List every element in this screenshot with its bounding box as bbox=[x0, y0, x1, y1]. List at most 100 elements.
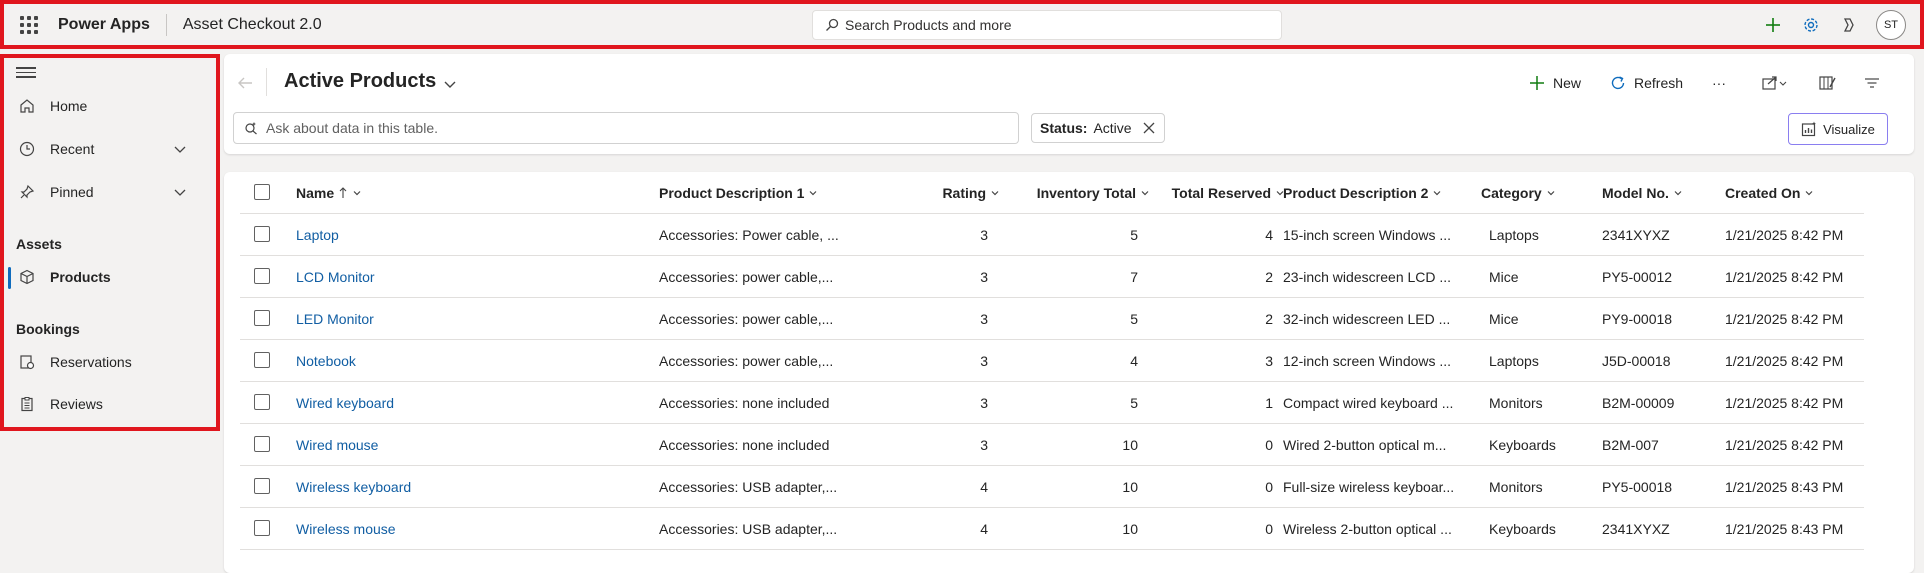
row-checkbox[interactable] bbox=[254, 310, 270, 326]
cell-created-on: 1/21/2025 8:43 PM bbox=[1725, 508, 1860, 550]
cell-name[interactable]: Notebook bbox=[296, 340, 586, 382]
copilot-icon[interactable] bbox=[1838, 14, 1860, 36]
user-avatar[interactable]: ST bbox=[1876, 10, 1906, 40]
global-search-input[interactable] bbox=[845, 17, 1245, 33]
view-selector-chevron-icon[interactable] bbox=[442, 76, 458, 92]
sidebar-item-home[interactable]: Home bbox=[4, 88, 216, 124]
cell-name[interactable]: LCD Monitor bbox=[296, 256, 586, 298]
table-row[interactable]: LCD Monitor Accessories: power cable,... 3… bbox=[240, 256, 1864, 298]
table-header-row: Name Product Description 1 Rating Invent… bbox=[240, 172, 1864, 214]
cell-name[interactable]: Wired mouse bbox=[296, 424, 586, 466]
cell-name-text[interactable]: Wireless keyboard bbox=[296, 479, 411, 495]
cell-total-reserved: 2 bbox=[1170, 256, 1273, 298]
refresh-button-label: Refresh bbox=[1634, 75, 1684, 91]
cell-name[interactable]: Laptop bbox=[296, 214, 586, 256]
column-header-created-on[interactable]: Created On bbox=[1725, 172, 1855, 214]
sidebar-item-label: Reviews bbox=[50, 396, 103, 412]
cell-rating: 3 bbox=[920, 382, 988, 424]
column-header-product-description-2[interactable]: Product Description 2 bbox=[1283, 172, 1473, 214]
cell-model-no-text: B2M-007 bbox=[1602, 437, 1659, 453]
table-row[interactable]: Wired keyboard Accessories: none included… bbox=[240, 382, 1864, 424]
row-checkbox[interactable] bbox=[254, 436, 270, 452]
view-title[interactable]: Active Products bbox=[284, 70, 436, 93]
back-arrow-icon[interactable] bbox=[236, 74, 254, 92]
cell-name-text[interactable]: Laptop bbox=[296, 227, 339, 243]
settings-gear-icon[interactable] bbox=[1800, 14, 1822, 36]
column-header-label: Rating bbox=[942, 185, 986, 201]
cell-name[interactable]: Wireless keyboard bbox=[296, 466, 586, 508]
add-icon[interactable] bbox=[1762, 14, 1784, 36]
cell-product-description-1-text: Accessories: Power cable, ... bbox=[659, 227, 839, 243]
chevron-down-icon bbox=[1806, 191, 1813, 196]
cell-product-description-1: Accessories: power cable,... bbox=[659, 298, 859, 340]
cell-product-description-1: Accessories: Power cable, ... bbox=[659, 214, 859, 256]
app-name[interactable]: Power Apps bbox=[58, 16, 150, 34]
cell-rating-text: 4 bbox=[980, 479, 988, 495]
cell-model-no: B2M-00009 bbox=[1602, 382, 1717, 424]
copilot-table-search[interactable] bbox=[233, 112, 1019, 144]
table-row[interactable]: Laptop Accessories: Power cable, ... 3 5 4 15… bbox=[240, 214, 1864, 256]
table-row[interactable]: Wired mouse Accessories: none included 3 10… bbox=[240, 424, 1864, 466]
cell-total-reserved-text: 2 bbox=[1265, 311, 1273, 327]
cell-name[interactable]: LED Monitor bbox=[296, 298, 586, 340]
row-checkbox[interactable] bbox=[254, 520, 270, 536]
table-row[interactable]: LED Monitor Accessories: power cable,... 3… bbox=[240, 298, 1864, 340]
column-header-rating[interactable]: Rating bbox=[920, 172, 1000, 214]
filter-button[interactable] bbox=[1864, 68, 1888, 98]
chevron-down-icon[interactable] bbox=[172, 141, 188, 157]
home-icon bbox=[18, 97, 36, 115]
chevron-down-icon[interactable] bbox=[172, 184, 188, 200]
cell-name-text[interactable]: Wired mouse bbox=[296, 437, 378, 453]
table-row[interactable]: Wireless keyboard Accessories: USB adapte… bbox=[240, 466, 1864, 508]
header-divider bbox=[165, 13, 167, 36]
cell-name-text[interactable]: Notebook bbox=[296, 353, 356, 369]
global-search[interactable] bbox=[812, 10, 1282, 40]
sidebar-item-recent[interactable]: Recent bbox=[4, 131, 216, 167]
more-commands-button[interactable]: ··· bbox=[1712, 68, 1726, 98]
close-icon[interactable] bbox=[1142, 121, 1156, 135]
cell-name[interactable]: Wired keyboard bbox=[296, 382, 586, 424]
cell-inventory-total-text: 5 bbox=[1130, 395, 1138, 411]
visualize-button[interactable]: Visualize bbox=[1788, 113, 1888, 145]
app-title[interactable]: Asset Checkout 2.0 bbox=[183, 16, 322, 34]
new-button[interactable]: New bbox=[1529, 68, 1581, 98]
cell-name-text[interactable]: Wireless mouse bbox=[296, 521, 396, 537]
cell-inventory-total-text: 5 bbox=[1130, 311, 1138, 327]
cell-created-on-text: 1/21/2025 8:43 PM bbox=[1725, 479, 1844, 495]
edit-columns-button[interactable] bbox=[1819, 68, 1845, 98]
status-filter-chip[interactable]: Status: Active bbox=[1031, 113, 1165, 143]
row-checkbox[interactable] bbox=[254, 268, 270, 284]
table-row[interactable]: Wireless mouse Accessories: USB adapter,.… bbox=[240, 508, 1864, 550]
column-header-total-reserved[interactable]: Total Reserved bbox=[1170, 172, 1285, 214]
row-checkbox[interactable] bbox=[254, 352, 270, 368]
column-header-model-no[interactable]: Model No. bbox=[1602, 172, 1712, 214]
cell-name[interactable]: Wireless mouse bbox=[296, 508, 586, 550]
column-header-product-description-1[interactable]: Product Description 1 bbox=[659, 172, 859, 214]
visualize-button-label: Visualize bbox=[1823, 121, 1875, 137]
row-checkbox[interactable] bbox=[254, 394, 270, 410]
cell-model-no-text: J5D-00018 bbox=[1602, 353, 1671, 369]
chevron-down-icon bbox=[991, 191, 999, 196]
table-row[interactable]: Notebook Accessories: power cable,... 3 4 3 1… bbox=[240, 340, 1864, 382]
cell-name-text[interactable]: LCD Monitor bbox=[296, 269, 375, 285]
row-checkbox[interactable] bbox=[254, 478, 270, 494]
sidebar-item-products[interactable]: Products bbox=[4, 259, 216, 295]
row-checkbox[interactable] bbox=[254, 226, 270, 242]
cell-inventory-total-text: 10 bbox=[1122, 521, 1138, 537]
cell-name-text[interactable]: LED Monitor bbox=[296, 311, 374, 327]
hamburger-menu-icon[interactable] bbox=[16, 64, 36, 80]
column-header-category[interactable]: Category bbox=[1481, 172, 1591, 214]
copilot-search-input[interactable] bbox=[266, 120, 1006, 136]
cell-name-text[interactable]: Wired keyboard bbox=[296, 395, 394, 411]
sidebar-item-pinned[interactable]: Pinned bbox=[4, 174, 216, 210]
refresh-button[interactable]: Refresh bbox=[1610, 68, 1683, 98]
sidebar-item-reviews[interactable]: Reviews bbox=[4, 386, 216, 422]
copilot-search-icon bbox=[245, 122, 257, 135]
cell-category: Mice bbox=[1489, 298, 1599, 340]
column-header-inventory-total[interactable]: Inventory Total bbox=[1020, 172, 1150, 214]
sidebar-item-reservations[interactable]: Reservations bbox=[4, 344, 216, 380]
select-all-checkbox[interactable] bbox=[254, 184, 270, 200]
column-header-name[interactable]: Name bbox=[296, 172, 556, 214]
share-button[interactable] bbox=[1762, 68, 1798, 98]
app-launcher-icon[interactable] bbox=[18, 14, 40, 36]
